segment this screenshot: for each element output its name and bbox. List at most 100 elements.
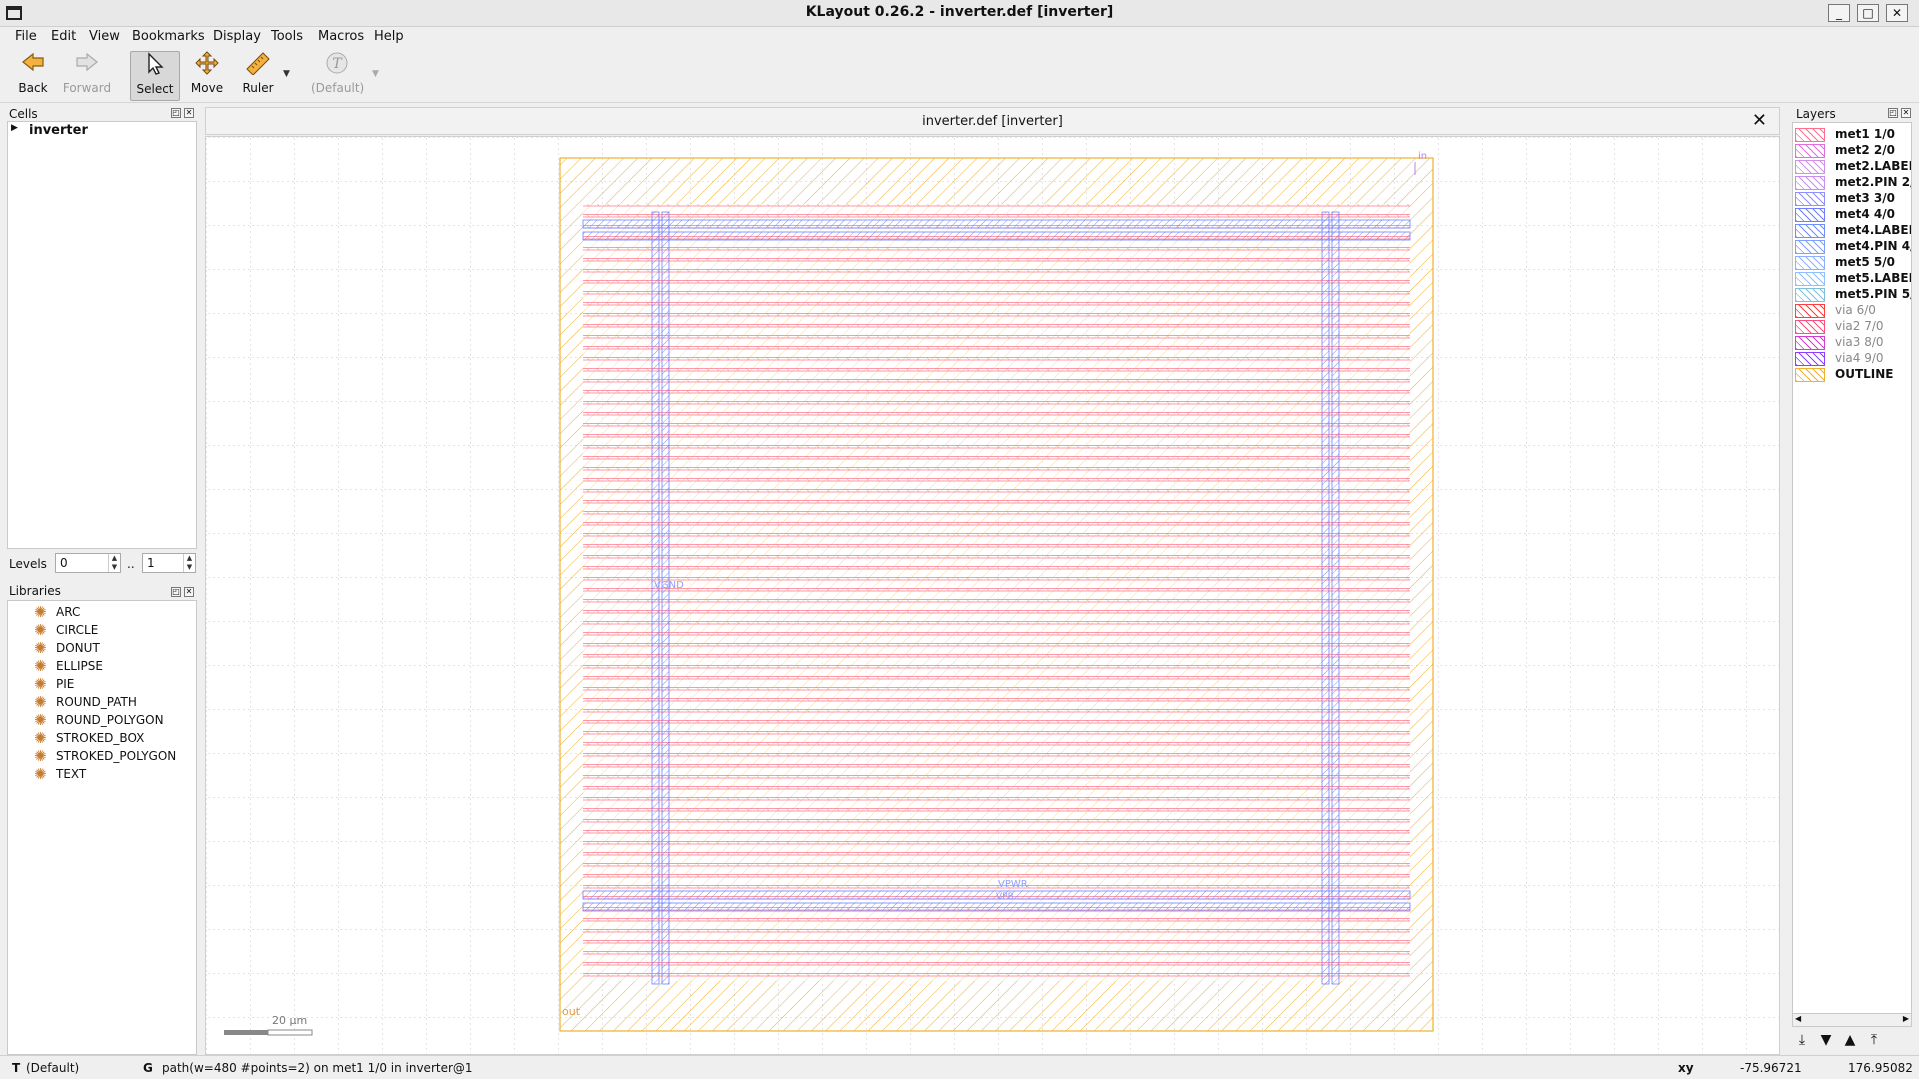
layer-swatch-icon[interactable] bbox=[1795, 320, 1825, 334]
forward-arrow-icon bbox=[62, 51, 112, 81]
select-button[interactable]: Select bbox=[130, 51, 180, 101]
scroll-right-icon[interactable]: ▶ bbox=[1903, 1014, 1909, 1023]
layer-row[interactable]: met2.LABEL bbox=[1795, 159, 1912, 175]
layer-swatch-icon[interactable] bbox=[1795, 368, 1825, 382]
menu-help[interactable]: Help bbox=[374, 29, 404, 44]
menu-view[interactable]: View bbox=[89, 29, 120, 44]
libraries-list[interactable]: ✺ ARC ✺ CIRCLE ✺ DONUT ✺ ELLIPSE ✺ PIE ✺ ROUND… bbox=[7, 600, 197, 1055]
layer-swatch-icon[interactable] bbox=[1795, 352, 1825, 366]
status-selection-info: path(w=480 #points=2) on met1 1/0 in inv… bbox=[162, 1061, 473, 1075]
text-dropdown-icon[interactable]: ▼ bbox=[372, 69, 379, 79]
library-item[interactable]: ✺ ARC bbox=[34, 603, 80, 621]
move-button[interactable]: Move bbox=[182, 51, 232, 101]
close-tab-icon[interactable]: ✕ bbox=[1752, 110, 1767, 131]
layers-close-icon[interactable]: ✕ bbox=[1901, 108, 1911, 118]
libraries-close-icon[interactable]: ✕ bbox=[184, 587, 194, 597]
layer-row[interactable]: OUTLINE bbox=[1795, 367, 1911, 383]
library-item[interactable]: ✺ DONUT bbox=[34, 639, 100, 657]
move-layer-down-icon[interactable]: ▼ bbox=[1816, 1030, 1836, 1050]
gear-icon: ✺ bbox=[34, 675, 47, 693]
maximize-button[interactable]: □ bbox=[1857, 4, 1879, 22]
layer-row[interactable]: met5.LABEL bbox=[1795, 271, 1911, 287]
layout-drawing[interactable]: in VGND VPWR VPB out 20 µm bbox=[206, 137, 1780, 1055]
layer-row[interactable]: met1 1/0 bbox=[1795, 127, 1911, 143]
menu-display[interactable]: Display bbox=[213, 29, 261, 44]
layer-swatch-icon[interactable] bbox=[1795, 160, 1825, 174]
close-button[interactable]: ✕ bbox=[1886, 4, 1908, 22]
layout-canvas[interactable]: in VGND VPWR VPB out 20 µm bbox=[205, 136, 1780, 1055]
expand-arrow-icon[interactable]: ▶ bbox=[11, 123, 18, 133]
library-item[interactable]: ✺ STROKED_BOX bbox=[34, 729, 144, 747]
scroll-left-icon[interactable]: ◀ bbox=[1795, 1014, 1801, 1023]
library-item[interactable]: ✺ ELLIPSE bbox=[34, 657, 103, 675]
library-item[interactable]: ✺ ROUND_PATH bbox=[34, 693, 137, 711]
layer-row[interactable]: met2 2/0 bbox=[1795, 143, 1911, 159]
status-y-coordinate: 176.95082 bbox=[1848, 1061, 1913, 1075]
gear-icon: ✺ bbox=[34, 729, 47, 747]
layer-swatch-icon[interactable] bbox=[1795, 144, 1825, 158]
forward-button[interactable]: Forward bbox=[62, 51, 112, 101]
layer-row[interactable]: via 6/0 bbox=[1795, 303, 1911, 319]
menu-edit[interactable]: Edit bbox=[51, 29, 76, 44]
move-layer-up-icon[interactable]: ▲ bbox=[1840, 1030, 1860, 1050]
scale-bar-light bbox=[267, 1029, 313, 1036]
layer-row[interactable]: met5 5/0 bbox=[1795, 255, 1911, 271]
layers-float-icon[interactable]: ◰ bbox=[1888, 108, 1898, 118]
layer-row[interactable]: met5.PIN 5/ bbox=[1795, 287, 1912, 303]
menu-macros[interactable]: Macros bbox=[318, 29, 364, 44]
move-layer-top-icon[interactable]: ⤒ bbox=[1864, 1030, 1884, 1050]
layer-row[interactable]: via2 7/0 bbox=[1795, 319, 1911, 335]
move-layer-bottom-icon[interactable]: ⤓ bbox=[1792, 1030, 1812, 1050]
library-item[interactable]: ✺ PIE bbox=[34, 675, 74, 693]
cells-close-icon[interactable]: ✕ bbox=[184, 108, 194, 118]
gear-icon: ✺ bbox=[34, 765, 47, 783]
library-item[interactable]: ✺ CIRCLE bbox=[34, 621, 98, 639]
ruler-button[interactable]: Ruler bbox=[233, 51, 283, 101]
levels-to-spinbox[interactable]: 1 ▲ ▼ bbox=[142, 553, 196, 573]
layer-swatch-icon[interactable] bbox=[1795, 240, 1825, 254]
cell-item-inverter[interactable]: inverter bbox=[29, 123, 88, 138]
cells-tree[interactable]: ▶ inverter bbox=[7, 121, 197, 549]
layer-swatch-icon[interactable] bbox=[1795, 336, 1825, 350]
cells-float-icon[interactable]: ◰ bbox=[171, 108, 181, 118]
libraries-float-icon[interactable]: ◰ bbox=[171, 587, 181, 597]
library-item[interactable]: ✺ ROUND_POLYGON bbox=[34, 711, 164, 729]
library-item[interactable]: ✺ STROKED_POLYGON bbox=[34, 747, 176, 765]
spin-arrows-icon[interactable]: ▲ ▼ bbox=[183, 554, 195, 572]
back-button[interactable]: Back bbox=[8, 51, 58, 101]
layer-row[interactable]: met3 3/0 bbox=[1795, 191, 1911, 207]
library-item[interactable]: ✺ TEXT bbox=[34, 765, 86, 783]
layer-row[interactable]: met4.PIN 4/ bbox=[1795, 239, 1911, 255]
minimize-button[interactable]: _ bbox=[1828, 4, 1850, 22]
status-bar: T (Default) G path(w=480 #points=2) on m… bbox=[0, 1055, 1919, 1079]
layer-row[interactable]: met2.PIN 2/ bbox=[1795, 175, 1911, 191]
layers-horizontal-scrollbar[interactable]: ◀ ▶ bbox=[1792, 1013, 1912, 1027]
layer-row[interactable]: via4 9/0 bbox=[1795, 351, 1911, 367]
menu-bookmarks[interactable]: Bookmarks bbox=[132, 29, 205, 44]
layer-swatch-icon[interactable] bbox=[1795, 272, 1825, 286]
levels-from-spinbox[interactable]: 0 ▲ ▼ bbox=[55, 553, 121, 573]
layer-swatch-icon[interactable] bbox=[1795, 304, 1825, 318]
layers-panel-title: Layers bbox=[1796, 107, 1836, 121]
layer-row[interactable]: met4 4/0 bbox=[1795, 207, 1911, 223]
layer-swatch-icon[interactable] bbox=[1795, 176, 1825, 190]
ruler-dropdown-icon[interactable]: ▼ bbox=[283, 69, 290, 79]
toolbar: Back Forward Select Move Ruler ▼ T (Defa… bbox=[0, 49, 1919, 103]
layer-name: met5.PIN 5/ bbox=[1835, 287, 1912, 301]
layer-name: met2.LABEL bbox=[1835, 159, 1912, 173]
layers-list[interactable]: met1 1/0 met2 2/0 met2.LABEL met2.PIN 2/met… bbox=[1792, 122, 1912, 1022]
layer-row[interactable]: met4.LABEL bbox=[1795, 223, 1911, 239]
spin-arrows-icon[interactable]: ▲ ▼ bbox=[108, 554, 120, 572]
gear-icon: ✺ bbox=[34, 603, 47, 621]
layer-swatch-icon[interactable] bbox=[1795, 192, 1825, 206]
layer-swatch-icon[interactable] bbox=[1795, 256, 1825, 270]
layer-swatch-icon[interactable] bbox=[1795, 128, 1825, 142]
text-default-button[interactable]: T (Default) bbox=[311, 51, 364, 101]
layer-swatch-icon[interactable] bbox=[1795, 224, 1825, 238]
menu-tools[interactable]: Tools bbox=[271, 29, 303, 44]
layout-tab-title[interactable]: inverter.def [inverter] bbox=[206, 114, 1779, 129]
layer-swatch-icon[interactable] bbox=[1795, 288, 1825, 302]
layer-swatch-icon[interactable] bbox=[1795, 208, 1825, 222]
layer-row[interactable]: via3 8/0 bbox=[1795, 335, 1911, 351]
menu-file[interactable]: File bbox=[15, 29, 37, 44]
